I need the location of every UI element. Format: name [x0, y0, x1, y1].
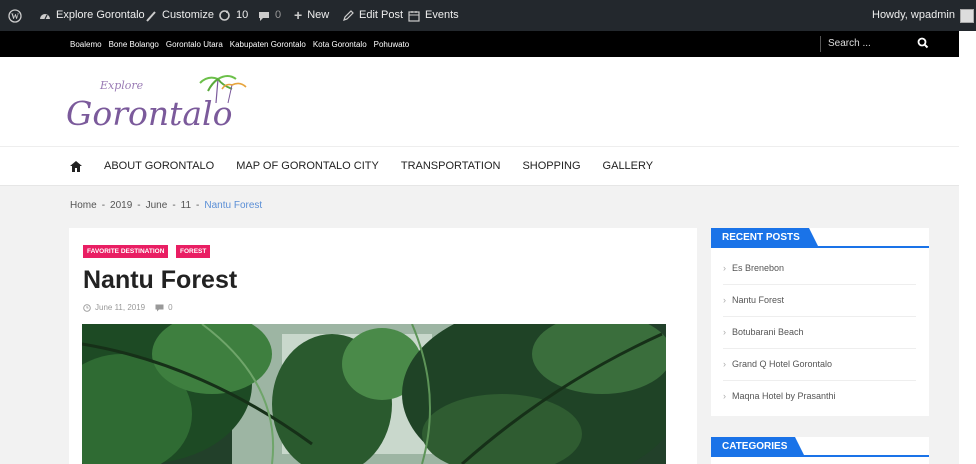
- breadcrumb-month[interactable]: June: [146, 200, 168, 211]
- region-nav: Boalemo Bone Bolango Gorontalo Utara Kab…: [0, 31, 976, 57]
- recent-post-title[interactable]: Es Brenebon: [732, 263, 784, 273]
- breadcrumb-current: Nantu Forest: [204, 200, 263, 211]
- site-header: Explore Gorontalo: [0, 57, 976, 147]
- search-input[interactable]: Search ...: [828, 31, 871, 57]
- breadcrumb-separator: -: [101, 200, 106, 211]
- brush-icon: [146, 10, 156, 22]
- logo-script-small: Explore: [99, 79, 144, 92]
- region-link-boalemo[interactable]: Boalemo: [70, 40, 102, 49]
- comment-icon: [155, 304, 164, 311]
- chevron-right-icon: ›: [723, 391, 726, 401]
- updates-link[interactable]: 10: [218, 0, 248, 31]
- widget-title-categories: CATEGORIES: [722, 441, 788, 452]
- widget-categories: CATEGORIES: [711, 437, 929, 464]
- pencil-icon: [343, 9, 354, 21]
- post-comment-count[interactable]: 0: [168, 303, 172, 312]
- site-logo[interactable]: Explore Gorontalo: [66, 67, 256, 137]
- nav-item-transportation[interactable]: TRANSPORTATION: [401, 160, 501, 172]
- tag-forest[interactable]: FOREST: [176, 245, 211, 258]
- admin-site-name[interactable]: Explore Gorontalo: [39, 0, 145, 31]
- search-icon[interactable]: [917, 37, 929, 51]
- events-label: Events: [425, 9, 459, 21]
- chevron-right-icon: ›: [723, 327, 726, 337]
- calendar-icon: [408, 10, 420, 22]
- breadcrumb-separator: -: [137, 200, 141, 211]
- breadcrumb: Home - 2019 - June - 11 - Nantu Forest: [70, 200, 262, 211]
- window-edge: [959, 31, 976, 464]
- clock-icon: [83, 303, 91, 312]
- search-divider: [820, 36, 821, 52]
- featured-image: [82, 324, 666, 464]
- breadcrumb-separator: -: [172, 200, 176, 211]
- account-menu[interactable]: Howdy, wpadmin: [872, 0, 974, 31]
- nav-item-map[interactable]: MAP OF GORONTALO CITY: [236, 160, 379, 172]
- svg-text:W: W: [11, 12, 19, 21]
- comment-icon: [259, 11, 269, 21]
- breadcrumb-year[interactable]: 2019: [110, 200, 132, 211]
- logo-script-large: Gorontalo: [66, 94, 232, 133]
- recent-post-item[interactable]: › Botubarani Beach: [723, 316, 916, 349]
- region-link-bone-bolango[interactable]: Bone Bolango: [109, 40, 159, 49]
- region-link-kota-gorontalo[interactable]: Kota Gorontalo: [313, 40, 367, 49]
- post-date[interactable]: June 11, 2019: [95, 303, 145, 312]
- customize-label: Customize: [162, 9, 214, 21]
- site-name-label: Explore Gorontalo: [56, 9, 145, 21]
- widget-title-recent-posts: RECENT POSTS: [722, 232, 800, 243]
- breadcrumb-day[interactable]: 11: [181, 200, 191, 211]
- home-icon[interactable]: [70, 160, 82, 172]
- recent-post-title[interactable]: Grand Q Hotel Gorontalo: [732, 359, 832, 369]
- region-link-kabupaten-gorontalo[interactable]: Kabupaten Gorontalo: [230, 40, 306, 49]
- comments-count: 0: [275, 9, 282, 21]
- main-nav: ABOUT GORONTALO MAP OF GORONTALO CITY TR…: [0, 147, 976, 186]
- dashboard-icon: [40, 13, 50, 19]
- tag-favorite-destination[interactable]: FAVORITE DESTINATION: [83, 245, 169, 258]
- customize-link[interactable]: Customize: [145, 0, 214, 31]
- recent-post-item[interactable]: › Nantu Forest: [723, 284, 916, 317]
- post-meta: June 11, 2019 0: [83, 303, 173, 312]
- region-link-pohuwato[interactable]: Pohuwato: [374, 40, 410, 49]
- widget-recent-posts: RECENT POSTS › Es Brenebon › Nantu Forest …: [711, 228, 929, 416]
- post-title: Nantu Forest: [83, 266, 238, 294]
- admin-bar: W Explore Gorontalo Customize 10 0 + New…: [0, 0, 976, 31]
- breadcrumb-separator: -: [196, 200, 200, 211]
- howdy-label: Howdy, wpadmin: [872, 9, 955, 21]
- recent-post-item[interactable]: › Es Brenebon: [723, 252, 916, 285]
- recent-post-item[interactable]: › Grand Q Hotel Gorontalo: [723, 348, 916, 381]
- plus-icon: +: [294, 7, 303, 23]
- updates-icon: [219, 10, 230, 21]
- recent-post-title[interactable]: Botubarani Beach: [732, 327, 804, 337]
- breadcrumb-home[interactable]: Home: [70, 200, 97, 211]
- events-link[interactable]: Events: [408, 0, 459, 31]
- nav-item-gallery[interactable]: GALLERY: [603, 160, 654, 172]
- post-article: FAVORITE DESTINATION FOREST Nantu Forest…: [69, 228, 697, 464]
- region-link-gorontalo-utara[interactable]: Gorontalo Utara: [166, 40, 223, 49]
- edit-post-label: Edit Post: [359, 9, 404, 21]
- nav-item-about-gorontalo[interactable]: ABOUT GORONTALO: [104, 160, 214, 172]
- comments-link[interactable]: 0: [258, 0, 281, 31]
- avatar: [959, 8, 974, 23]
- wordpress-logo-icon[interactable]: W: [8, 0, 22, 31]
- nav-item-shopping[interactable]: SHOPPING: [522, 160, 580, 172]
- new-label: New: [307, 9, 330, 21]
- recent-post-title[interactable]: Maqna Hotel by Prasanthi: [732, 391, 836, 401]
- edit-post-link[interactable]: Edit Post: [342, 0, 403, 31]
- updates-count: 10: [236, 9, 249, 21]
- new-content-link[interactable]: + New: [294, 0, 329, 31]
- chevron-right-icon: ›: [723, 263, 726, 273]
- recent-post-item[interactable]: › Maqna Hotel by Prasanthi: [723, 380, 916, 412]
- chevron-right-icon: ›: [723, 359, 726, 369]
- recent-post-title[interactable]: Nantu Forest: [732, 295, 784, 305]
- chevron-right-icon: ›: [723, 295, 726, 305]
